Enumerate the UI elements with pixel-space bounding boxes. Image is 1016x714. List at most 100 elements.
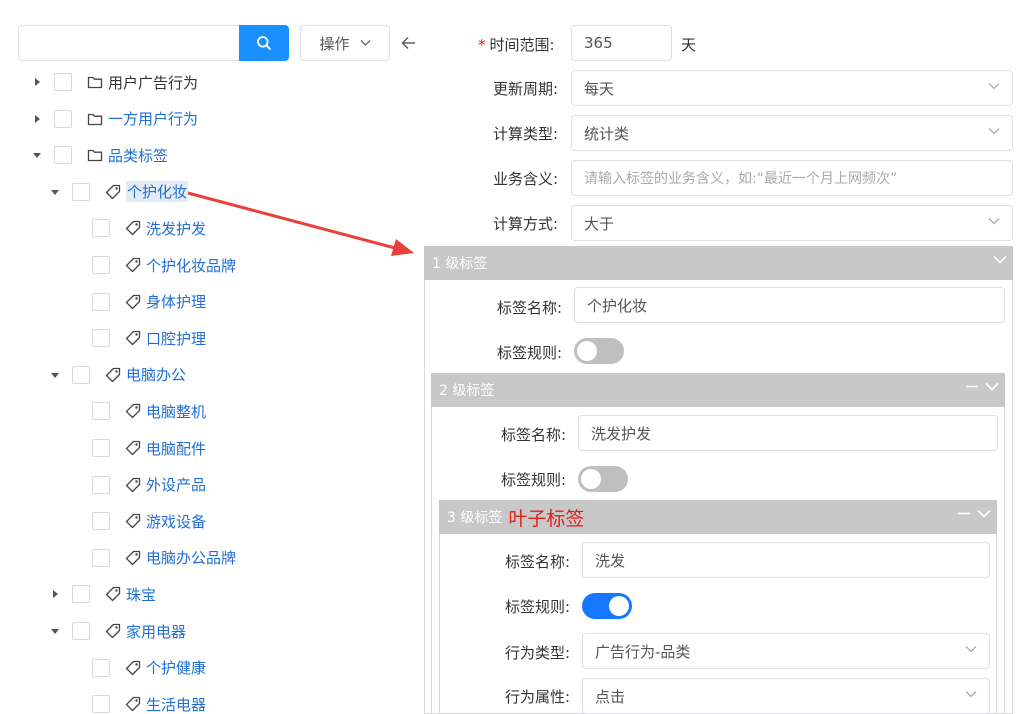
tree-checkbox[interactable] [54, 109, 72, 128]
caret-down-icon[interactable] [48, 368, 62, 382]
level1-rule-switch[interactable] [574, 338, 624, 364]
tree-checkbox[interactable] [54, 146, 72, 165]
switch-knob [581, 469, 601, 489]
tag-icon [124, 659, 142, 677]
chevron-down-icon [360, 40, 370, 46]
tree-checkbox[interactable] [92, 219, 110, 238]
time-range-input[interactable]: 365 [571, 25, 672, 61]
tree-node[interactable]: 用户广告行为 [30, 69, 198, 95]
level3-panel-header[interactable]: 3 级标签 叶子标签 [439, 500, 997, 534]
tree-node[interactable]: 外设产品 [68, 472, 206, 498]
level2-name-input[interactable]: 洗发护发 [578, 415, 998, 451]
level1-panel-header[interactable]: 1 级标签 [424, 246, 1013, 280]
tree-node[interactable]: 家用电器 [48, 618, 186, 644]
calc-type-label: 计算类型: [493, 125, 559, 143]
collapse-arrow-button[interactable] [400, 35, 416, 51]
tree-node-label: 电脑办公 [126, 366, 187, 385]
tree-node-label: 电脑办公品牌 [146, 549, 237, 568]
caret-down-icon[interactable] [30, 148, 44, 162]
minus-icon[interactable] [957, 509, 971, 518]
tree-checkbox[interactable] [92, 695, 110, 714]
tree-node[interactable]: 个护健康 [68, 655, 206, 681]
caret-down-icon[interactable] [48, 624, 62, 638]
tree-node[interactable]: 生活电器 [68, 691, 206, 714]
chevron-down-icon[interactable] [993, 255, 1007, 264]
tree-checkbox[interactable] [92, 548, 110, 567]
search-button[interactable] [239, 25, 289, 61]
operations-label: 操作 [319, 34, 350, 53]
tree-node[interactable]: 游戏设备 [68, 508, 206, 534]
level1-name-input[interactable]: 个护化妆 [574, 287, 1005, 323]
minus-icon[interactable] [965, 382, 979, 391]
tree-node[interactable]: 个护化妆品牌 [68, 252, 236, 278]
tag-icon [124, 402, 142, 420]
level1-rule-label: 标签规则: [497, 344, 563, 362]
tree-checkbox[interactable] [92, 439, 110, 457]
level1-title: 1 级标签 [432, 256, 488, 272]
operations-dropdown[interactable]: 操作 [300, 25, 390, 61]
caret-down-icon[interactable] [48, 185, 62, 199]
tree-node[interactable]: 电脑整机 [68, 398, 206, 424]
tree-node[interactable]: 个护化妆 [48, 179, 189, 205]
tree-checkbox[interactable] [72, 365, 90, 384]
tree-node-label: 珠宝 [126, 585, 157, 604]
tree-checkbox[interactable] [92, 256, 110, 274]
update-cycle-select[interactable]: 每天 [571, 70, 1013, 106]
caret-right-icon[interactable] [30, 75, 44, 89]
chevron-down-icon[interactable] [985, 382, 999, 391]
tree-checkbox[interactable] [92, 329, 110, 348]
search-input[interactable] [18, 25, 239, 61]
tag-tree-panel: 操作 用户广告行为 一方用户行为 品类标签个护化妆洗发护发个护化妆品牌 身体护理口腔护… [0, 0, 420, 714]
tree-node[interactable]: 珠宝 [48, 581, 156, 607]
tree-checkbox[interactable] [92, 292, 110, 311]
tree-checkbox[interactable] [72, 182, 90, 201]
tree-node-label: 电脑配件 [146, 439, 207, 458]
folder-icon [86, 146, 104, 164]
tree-node[interactable]: 电脑配件 [68, 435, 206, 461]
calc-method-label: 计算方式: [493, 215, 559, 233]
tree-node[interactable]: 电脑办公 [48, 362, 186, 388]
tree-node-label: 口腔护理 [146, 329, 207, 348]
level3-title: 3 级标签 [447, 510, 503, 526]
level3-name-input[interactable]: 洗发 [582, 542, 990, 578]
chevron-down-icon [965, 691, 977, 698]
calc-method-select[interactable]: 大于 [571, 205, 1013, 241]
tag-icon [124, 256, 142, 274]
tag-icon [124, 329, 142, 347]
level3-rule-switch[interactable] [582, 593, 632, 619]
tree-node[interactable]: 电脑办公品牌 [68, 545, 236, 571]
tree-node[interactable]: 身体护理 [68, 289, 206, 315]
caret-right-icon[interactable] [48, 587, 62, 601]
biz-meaning-input[interactable]: 请输入标签的业务含义，如:“最近一个月上网频次” [571, 160, 1013, 196]
tree-node[interactable]: 一方用户行为 [30, 106, 198, 132]
tree-checkbox[interactable] [72, 585, 90, 604]
level2-rule-switch[interactable] [578, 466, 628, 492]
tree-node[interactable]: 品类标签 [30, 142, 168, 168]
level2-panel-header[interactable]: 2 级标签 [431, 373, 1005, 407]
tree-node[interactable]: 口腔护理 [68, 325, 206, 351]
tag-icon [124, 695, 142, 713]
leaf-tag-badge: 叶子标签 [508, 507, 585, 530]
chevron-down-icon [965, 646, 977, 653]
level1-name-label: 标签名称: [497, 299, 563, 317]
chevron-down-icon[interactable] [977, 509, 991, 518]
tree-checkbox[interactable] [92, 512, 110, 531]
tree-checkbox[interactable] [92, 658, 110, 677]
tree-node-label: 个护化妆 [126, 181, 189, 203]
tag-icon [124, 439, 142, 457]
behavior-attr-select[interactable]: 点击 [582, 678, 990, 714]
folder-icon [86, 110, 104, 128]
calc-type-select[interactable]: 统计类 [571, 115, 1013, 151]
tag-icon [124, 476, 142, 494]
tree-checkbox[interactable] [92, 475, 110, 494]
tree-checkbox[interactable] [72, 622, 90, 640]
tree-checkbox[interactable] [92, 402, 110, 421]
time-range-unit: 天 [681, 36, 697, 54]
tree-checkbox[interactable] [54, 73, 72, 91]
behavior-type-select[interactable]: 广告行为-品类 [582, 633, 990, 669]
tree-node[interactable]: 洗发护发 [68, 215, 206, 241]
caret-right-icon[interactable] [30, 112, 44, 126]
